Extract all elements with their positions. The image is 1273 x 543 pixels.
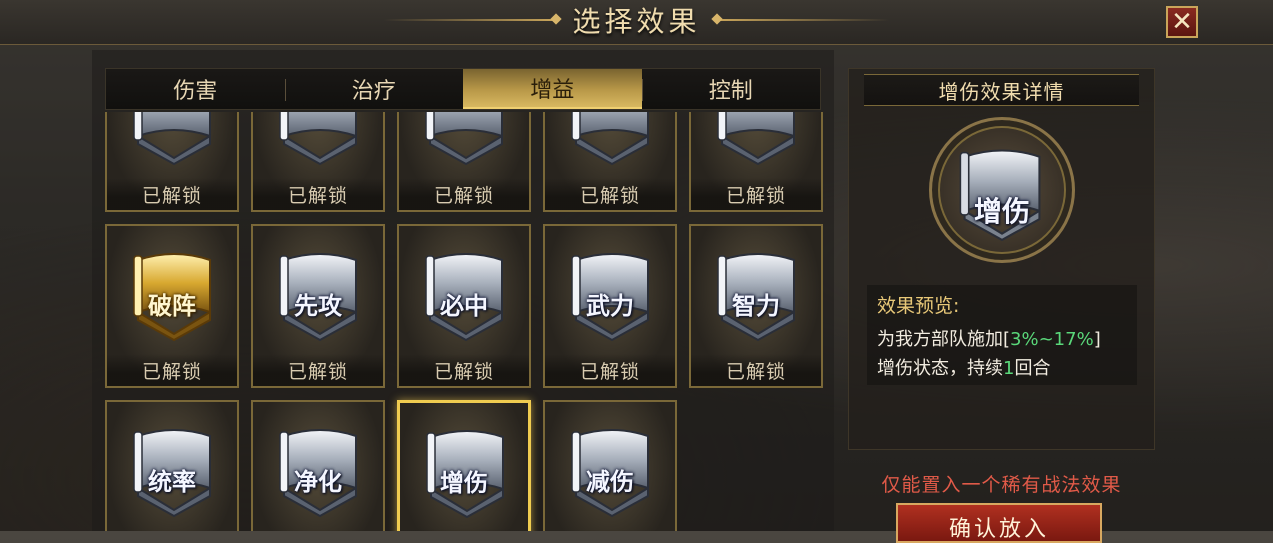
effect-card[interactable]: 先攻 已解锁 — [251, 224, 385, 388]
effect-card-status: 已解锁 — [399, 178, 529, 210]
tab-control[interactable]: 控制 — [641, 69, 821, 109]
effect-card-status: 已解锁 — [545, 354, 675, 386]
effect-card-label: 智力 — [732, 291, 780, 320]
effect-card[interactable]: 统率已解锁 — [105, 400, 239, 531]
title-area: 选择效果 — [0, 0, 1273, 40]
effect-card-status: 已解锁 — [253, 178, 383, 210]
detail-effect-icon: 增伤 — [929, 117, 1075, 263]
effect-card-status: 已解锁 — [107, 354, 237, 386]
preview-text-part: 增伤状态，持续 — [877, 358, 1003, 379]
title-ornament-right — [718, 19, 889, 21]
scroll-icon — [425, 112, 503, 166]
scroll-icon — [571, 112, 649, 166]
effect-card[interactable]: 武力 已解锁 — [543, 224, 677, 388]
preview-text-part: ] — [1093, 329, 1101, 350]
effect-card-status: 已解锁 — [691, 354, 821, 386]
close-button[interactable]: ✕ — [1166, 6, 1198, 38]
scroll-icon — [717, 112, 795, 166]
detail-panel: 增伤效果详情 增伤 效果预览: 为我方部队施加[3%~17%] 增伤状态，持续1… — [848, 68, 1155, 450]
preview-duration-value: 1 — [1003, 358, 1015, 379]
preview-text-part: 为我方部队施加[ — [877, 329, 1011, 350]
effect-card[interactable]: 已解锁 — [251, 112, 385, 212]
detail-icon-label: 增伤 — [973, 195, 1030, 228]
effect-card[interactable]: 已解锁 — [105, 112, 239, 212]
effect-grid: 已解锁 已解锁 已解锁 已解锁 已解锁 破阵 已解锁 先攻 已解锁 必中 已解锁 武力 已解锁 智力 已解锁… — [105, 112, 823, 531]
effect-card[interactable]: 已解锁 — [543, 112, 677, 212]
effect-card[interactable]: 增伤已解锁 — [397, 400, 531, 531]
effect-preview: 效果预览: 为我方部队施加[3%~17%] 增伤状态，持续1回合 — [867, 285, 1137, 385]
effect-card[interactable]: 必中 已解锁 — [397, 224, 531, 388]
effect-card-status: 已解锁 — [107, 178, 237, 210]
effect-card-label: 减伤 — [586, 467, 634, 496]
preview-heading: 效果预览: — [877, 295, 960, 317]
effect-card-status: 已解锁 — [545, 178, 675, 210]
effect-card[interactable]: 智力 已解锁 — [689, 224, 823, 388]
effect-card-status: 已解锁 — [399, 354, 529, 386]
effect-card[interactable]: 净化已解锁 — [251, 400, 385, 531]
effect-card-label: 统率 — [148, 467, 196, 496]
scroll-icon — [279, 112, 357, 166]
close-icon: ✕ — [1171, 7, 1193, 37]
title-ornament-left — [384, 19, 555, 21]
confirm-button[interactable]: 确认放入 — [896, 503, 1102, 543]
effect-card-label: 增伤 — [440, 468, 488, 497]
rare-effect-note: 仅能置入一个稀有战法效果 — [881, 474, 1122, 496]
page-title: 选择效果 — [572, 5, 701, 38]
scroll-icon — [133, 112, 211, 166]
effect-card-status: 已解锁 — [253, 354, 383, 386]
preview-text-part: 回合 — [1014, 358, 1051, 379]
tab-damage[interactable]: 伤害 — [106, 69, 285, 109]
effect-card-label: 净化 — [294, 467, 342, 496]
detail-title: 增伤效果详情 — [864, 74, 1139, 106]
effect-card[interactable]: 减伤已解锁 — [543, 400, 677, 531]
effect-card[interactable]: 已解锁 — [689, 112, 823, 212]
tab-healing[interactable]: 治疗 — [284, 69, 464, 109]
effect-card-status: 已解锁 — [691, 178, 821, 210]
effect-card-label: 破阵 — [148, 291, 196, 320]
category-tabs: 伤害 治疗 增益 控制 — [105, 68, 821, 110]
preview-range-value: 3%~17% — [1010, 329, 1094, 350]
effect-grid-scroll[interactable]: 已解锁 已解锁 已解锁 已解锁 已解锁 破阵 已解锁 先攻 已解锁 必中 已解锁 武力 已解锁 智力 已解锁… — [105, 112, 825, 531]
effect-card-label: 武力 — [586, 291, 634, 320]
effect-card[interactable]: 破阵 已解锁 — [105, 224, 239, 388]
effect-card-label: 先攻 — [294, 291, 342, 320]
tab-buff[interactable]: 增益 — [463, 69, 642, 109]
effect-card-label: 必中 — [440, 291, 488, 320]
preview-text: 为我方部队施加[3%~17%] 增伤状态，持续1回合 — [877, 325, 1137, 383]
effect-card[interactable]: 已解锁 — [397, 112, 531, 212]
